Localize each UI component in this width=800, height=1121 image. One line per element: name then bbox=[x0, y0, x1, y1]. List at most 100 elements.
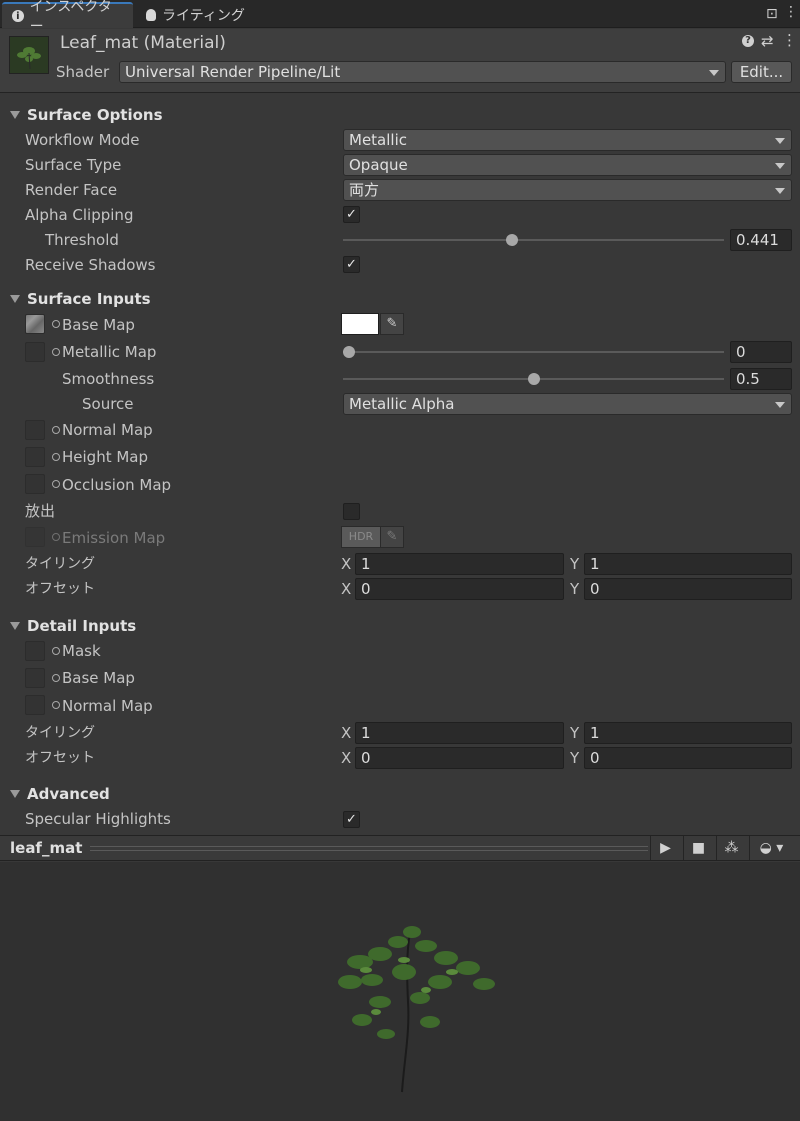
surface-inputs-foldout-icon[interactable] bbox=[10, 295, 20, 303]
surface-inputs-title[interactable]: Surface Inputs bbox=[27, 289, 151, 309]
material-title: Leaf_mat (Material) bbox=[60, 33, 226, 53]
detail-inputs-title[interactable]: Detail Inputs bbox=[27, 616, 136, 636]
eyedropper-icon[interactable]: ✎ bbox=[380, 313, 404, 335]
detail-normal-map-label: Normal Map bbox=[62, 697, 153, 715]
shader-label: Shader bbox=[56, 63, 110, 81]
texture-picker-icon[interactable] bbox=[52, 647, 60, 655]
specular-highlights-checkbox[interactable]: ✓ bbox=[343, 811, 360, 828]
emission-color-hdr: HDR bbox=[341, 526, 381, 548]
detail-tiling-x-field[interactable]: 1 bbox=[355, 722, 564, 744]
material-preview[interactable] bbox=[0, 862, 800, 1121]
detail-normal-map-texture-slot[interactable] bbox=[25, 695, 45, 715]
tiling-label: タイリング bbox=[25, 556, 95, 572]
offset-x-field[interactable]: 0 bbox=[355, 578, 564, 600]
occlusion-map-label: Occlusion Map bbox=[62, 476, 172, 494]
source-dropdown[interactable]: Metallic Alpha bbox=[343, 393, 792, 415]
more-options-icon[interactable]: ⋮ bbox=[784, 4, 798, 20]
metallic-map-label: Metallic Map bbox=[62, 343, 157, 361]
detail-tiling-y-field[interactable]: 1 bbox=[584, 722, 792, 744]
render-face-label: Render Face bbox=[25, 181, 118, 199]
stop-icon[interactable]: ■ bbox=[683, 836, 713, 860]
offset-y-field[interactable]: 0 bbox=[584, 578, 792, 600]
detail-offset-y-field[interactable]: 0 bbox=[584, 747, 792, 769]
receive-shadows-checkbox[interactable]: ✓ bbox=[343, 256, 360, 273]
shader-dropdown[interactable]: Universal Render Pipeline/Lit bbox=[119, 61, 726, 83]
tiling-y-field[interactable]: 1 bbox=[584, 553, 792, 575]
texture-picker-icon[interactable] bbox=[52, 348, 60, 356]
height-map-label: Height Map bbox=[62, 448, 149, 466]
metallic-field[interactable]: 0 bbox=[730, 341, 792, 363]
render-face-dropdown[interactable]: 両方 bbox=[343, 179, 792, 201]
metallic-map-texture-slot[interactable] bbox=[25, 342, 45, 362]
threshold-label: Threshold bbox=[45, 231, 119, 249]
texture-picker-icon[interactable] bbox=[52, 426, 60, 434]
occlusion-map-texture-slot[interactable] bbox=[25, 474, 45, 494]
normal-map-texture-slot[interactable] bbox=[25, 420, 45, 440]
texture-picker-icon[interactable] bbox=[52, 320, 60, 328]
alpha-clipping-checkbox[interactable]: ✓ bbox=[343, 206, 360, 223]
preset-icon[interactable]: ⇄ bbox=[761, 32, 774, 50]
surface-type-dropdown[interactable]: Opaque bbox=[343, 154, 792, 176]
detail-tiling-label: タイリング bbox=[25, 725, 95, 741]
threshold-slider-track[interactable] bbox=[343, 239, 724, 241]
metallic-slider-handle[interactable] bbox=[343, 346, 355, 358]
detail-offset-y-label: Y bbox=[570, 749, 580, 767]
detail-offset-x-label: X bbox=[341, 749, 352, 767]
preview-shape-icon[interactable]: ◒ ▾ bbox=[749, 836, 793, 860]
detail-mask-label: Mask bbox=[62, 642, 101, 660]
advanced-title[interactable]: Advanced bbox=[27, 784, 110, 804]
offset-label: オフセット bbox=[25, 581, 95, 597]
emission-label: 放出 bbox=[25, 502, 56, 520]
chevron-down-icon bbox=[775, 188, 785, 194]
base-map-texture-slot[interactable] bbox=[25, 314, 45, 334]
metallic-slider-track[interactable] bbox=[343, 351, 724, 353]
info-icon: i bbox=[12, 10, 24, 22]
preview-drag-handle[interactable] bbox=[90, 846, 648, 847]
detail-mask-texture-slot[interactable] bbox=[25, 641, 45, 661]
preview-drag-handle-line bbox=[90, 850, 648, 851]
chevron-down-icon bbox=[775, 163, 785, 169]
detail-base-map-texture-slot[interactable] bbox=[25, 668, 45, 688]
surface-type-value: Opaque bbox=[349, 156, 408, 174]
source-label: Source bbox=[82, 395, 134, 413]
menu-icon[interactable]: ⋮ bbox=[782, 31, 797, 49]
workflow-mode-label: Workflow Mode bbox=[25, 131, 140, 149]
texture-picker-icon[interactable] bbox=[52, 453, 60, 461]
detail-offset-x-field[interactable]: 0 bbox=[355, 747, 564, 769]
detail-inputs-foldout-icon[interactable] bbox=[10, 622, 20, 630]
tab-inspector[interactable]: i インスペクター bbox=[2, 0, 133, 35]
base-map-label: Base Map bbox=[62, 316, 135, 334]
surface-options-title[interactable]: Surface Options bbox=[27, 105, 163, 125]
edit-shader-button[interactable]: Edit... bbox=[731, 61, 792, 83]
tab-lighting-label: ライティング bbox=[162, 8, 245, 24]
smoothness-field[interactable]: 0.5 bbox=[730, 368, 792, 390]
base-color-swatch[interactable] bbox=[341, 313, 379, 335]
preview-toolbar bbox=[0, 835, 800, 861]
leaf-preview-image bbox=[338, 926, 495, 1093]
threshold-field[interactable]: 0.441 bbox=[730, 229, 792, 251]
threshold-slider-handle[interactable] bbox=[505, 234, 518, 246]
tiling-x-label: X bbox=[341, 555, 352, 573]
tiling-y-label: Y bbox=[570, 555, 580, 573]
tab-lighting[interactable]: ライティング bbox=[136, 2, 255, 28]
help-icon[interactable]: ? bbox=[742, 35, 754, 47]
lock-icon[interactable]: ⊡ bbox=[766, 6, 778, 22]
smoothness-slider-handle[interactable] bbox=[527, 373, 540, 385]
texture-picker-icon[interactable] bbox=[52, 674, 60, 682]
height-map-texture-slot[interactable] bbox=[25, 447, 45, 467]
tiling-x-field[interactable]: 1 bbox=[355, 553, 564, 575]
shader-value: Universal Render Pipeline/Lit bbox=[125, 63, 341, 81]
workflow-mode-dropdown[interactable]: Metallic bbox=[343, 129, 792, 151]
texture-picker-icon[interactable] bbox=[52, 480, 60, 488]
emission-checkbox[interactable] bbox=[343, 503, 360, 520]
lights-icon[interactable]: ⁂ bbox=[716, 836, 746, 860]
texture-picker-icon[interactable] bbox=[52, 701, 60, 709]
surface-options-foldout-icon[interactable] bbox=[10, 111, 20, 119]
advanced-foldout-icon[interactable] bbox=[10, 790, 20, 798]
play-icon[interactable]: ▶ bbox=[650, 836, 680, 860]
preview-title: leaf_mat bbox=[10, 839, 83, 857]
detail-tiling-x-label: X bbox=[341, 724, 352, 742]
source-value: Metallic Alpha bbox=[349, 395, 455, 413]
chevron-down-icon bbox=[775, 138, 785, 144]
chevron-down-icon bbox=[709, 70, 719, 76]
